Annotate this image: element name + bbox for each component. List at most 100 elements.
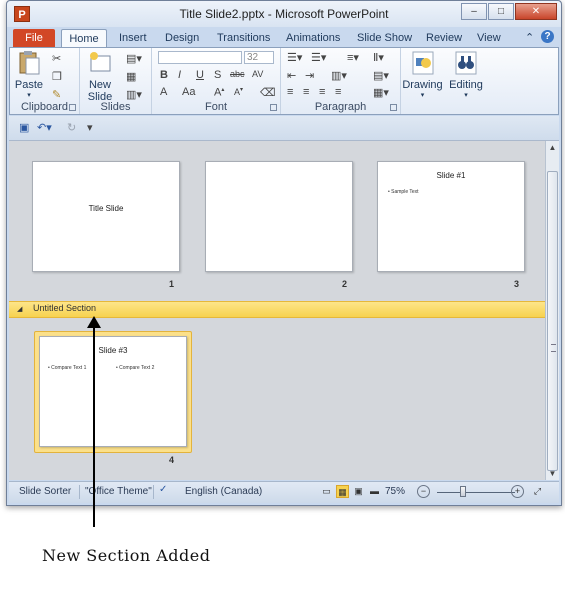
slide-thumbnail-3[interactable]: Slide #1 • Sample Text [377, 161, 525, 272]
editing-button[interactable]: Editing ▾ [444, 50, 488, 99]
normal-view-icon[interactable]: ▭ [320, 485, 333, 498]
copy-icon[interactable]: ❐ [52, 70, 62, 83]
shadow-button[interactable]: S [214, 69, 221, 81]
slide-number-3: 3 [514, 279, 520, 289]
font-name-combo[interactable] [158, 51, 242, 64]
help-icon[interactable]: ? [541, 30, 554, 43]
status-language[interactable]: English (Canada) [185, 486, 262, 497]
tab-insert[interactable]: Insert [119, 29, 147, 47]
clear-formatting-icon[interactable]: ⌫ [260, 86, 276, 99]
strikethrough-button[interactable]: abc [230, 69, 245, 79]
scroll-down-icon[interactable]: ▼ [546, 467, 559, 480]
smartart-icon[interactable]: ▦▾ [373, 86, 389, 99]
tab-design[interactable]: Design [165, 29, 199, 47]
powerpoint-window: P Title Slide2.pptx - Microsoft PowerPoi… [6, 0, 562, 506]
new-slide-label-line1: New [88, 79, 111, 91]
editing-label: Editing [449, 79, 483, 91]
paste-button[interactable]: Paste ▾ [14, 50, 44, 99]
zoom-in-icon[interactable]: + [511, 485, 524, 498]
slide-3-title: Slide #1 [436, 171, 466, 180]
binoculars-icon [455, 51, 477, 75]
customize-qat-icon[interactable]: ▾ [87, 121, 93, 134]
collapse-section-icon[interactable]: ◢ [17, 305, 22, 313]
font-launcher-icon[interactable] [270, 104, 277, 111]
section-icon[interactable]: ▥▾ [126, 88, 142, 101]
minimize-ribbon-icon[interactable]: ⌃ [525, 31, 534, 44]
format-painter-icon[interactable]: ✎ [52, 88, 61, 101]
redo-icon[interactable]: ↻ [67, 121, 76, 134]
italic-button[interactable]: I [178, 69, 181, 81]
grow-font-button[interactable]: A▴ [214, 86, 224, 99]
slide-sorter-view-icon[interactable]: ▦ [336, 485, 349, 498]
tab-home[interactable]: Home [61, 29, 107, 47]
character-spacing-button[interactable]: AV [252, 69, 263, 79]
clipboard-launcher-icon[interactable] [69, 104, 76, 111]
drawing-button[interactable]: Drawing ▾ [401, 50, 444, 99]
tab-review[interactable]: Review [426, 29, 462, 47]
paragraph-launcher-icon[interactable] [390, 104, 397, 111]
bold-button[interactable]: B [160, 69, 168, 81]
zoom-out-icon[interactable]: − [417, 485, 430, 498]
shapes-icon [412, 51, 433, 75]
scroll-thumb[interactable] [547, 171, 558, 471]
new-slide-button[interactable]: New Slide [84, 50, 116, 103]
zoom-slider[interactable] [437, 492, 515, 493]
align-left-icon[interactable]: ≡ [287, 86, 293, 98]
section-name[interactable]: Untitled Section [33, 303, 96, 313]
increase-indent-icon[interactable]: ⇥ [305, 69, 314, 82]
align-center-icon[interactable]: ≡ [303, 86, 309, 98]
text-direction-icon[interactable]: Ⅱ▾ [373, 51, 384, 64]
shrink-font-button[interactable]: A▾ [234, 86, 243, 97]
paragraph-group: ☰▾ ☰▾ ≡▾ Ⅱ▾ ⇤ ⇥ ▥▾ ▤▾ ≡ ≡ ≡ ≡ ▦▾ Paragra… [281, 48, 401, 114]
chevron-down-icon: ▾ [464, 92, 468, 99]
annotation-caption: New Section Added [42, 546, 211, 565]
tab-view[interactable]: View [477, 29, 501, 47]
quick-access-toolbar: ▣ ↶▾ ↻ ▾ [9, 116, 559, 141]
status-theme[interactable]: "Office Theme" [85, 486, 152, 497]
font-size-combo[interactable]: 32 [244, 51, 274, 64]
slide-number-1: 1 [169, 279, 175, 289]
font-color-button[interactable]: A [160, 86, 167, 98]
tab-file[interactable]: File [13, 29, 55, 47]
status-separator [153, 485, 154, 499]
slide-show-view-icon[interactable]: ▬ [368, 485, 381, 498]
columns-icon[interactable]: ▥▾ [331, 69, 347, 82]
vertical-scrollbar[interactable]: ▲ ▼ [545, 141, 559, 480]
slide-number-2: 2 [342, 279, 348, 289]
slides-group: New Slide ▤▾ ▦ ▥▾ Slides [80, 48, 152, 114]
fit-to-window-icon[interactable]: ⤢ [531, 485, 544, 498]
slide-thumbnail-1[interactable]: Title Slide [32, 161, 180, 272]
reading-view-icon[interactable]: ▣ [352, 485, 365, 498]
scroll-up-icon[interactable]: ▲ [546, 141, 559, 154]
numbering-icon[interactable]: ☰▾ [311, 51, 326, 64]
save-icon[interactable]: ▣ [19, 121, 29, 134]
justify-icon[interactable]: ≡ [335, 86, 341, 98]
underline-button[interactable]: U [196, 69, 204, 81]
bullets-icon[interactable]: ☰▾ [287, 51, 302, 64]
reset-icon[interactable]: ▦ [126, 70, 136, 83]
line-spacing-icon[interactable]: ≡▾ [347, 51, 359, 64]
decrease-indent-icon[interactable]: ⇤ [287, 69, 296, 82]
slide-4-bullet-1: • Compare Text 1 [48, 365, 87, 371]
align-text-icon[interactable]: ▤▾ [373, 69, 389, 82]
editing-group: Editing ▾ [444, 48, 488, 114]
slide-thumbnail-2[interactable] [205, 161, 353, 272]
zoom-slider-thumb[interactable] [460, 486, 466, 497]
align-right-icon[interactable]: ≡ [319, 86, 325, 98]
slides-group-label: Slides [100, 101, 131, 113]
restore-icon[interactable]: □ [488, 3, 514, 20]
slide-thumbnail-4[interactable]: Slide #3 • Compare Text 1 • Compare Text… [39, 336, 187, 447]
undo-icon[interactable]: ↶▾ [37, 121, 52, 134]
zoom-level[interactable]: 75% [385, 486, 405, 497]
change-case-button[interactable]: Aa [182, 86, 195, 98]
tab-animations[interactable]: Animations [286, 29, 340, 47]
minimize-icon[interactable]: ‒ [461, 3, 487, 20]
tab-slide-show[interactable]: Slide Show [357, 29, 412, 47]
tab-transitions[interactable]: Transitions [217, 29, 270, 47]
close-icon[interactable]: ✕ [515, 3, 557, 20]
cut-icon[interactable]: ✂ [52, 52, 61, 65]
layout-icon[interactable]: ▤▾ [126, 52, 142, 65]
spelling-check-icon[interactable]: ✓ [159, 484, 167, 495]
chevron-down-icon: ▾ [420, 92, 425, 99]
clipboard-group: Paste ▾ ✂ ❐ ✎ Clipboard [10, 48, 80, 114]
